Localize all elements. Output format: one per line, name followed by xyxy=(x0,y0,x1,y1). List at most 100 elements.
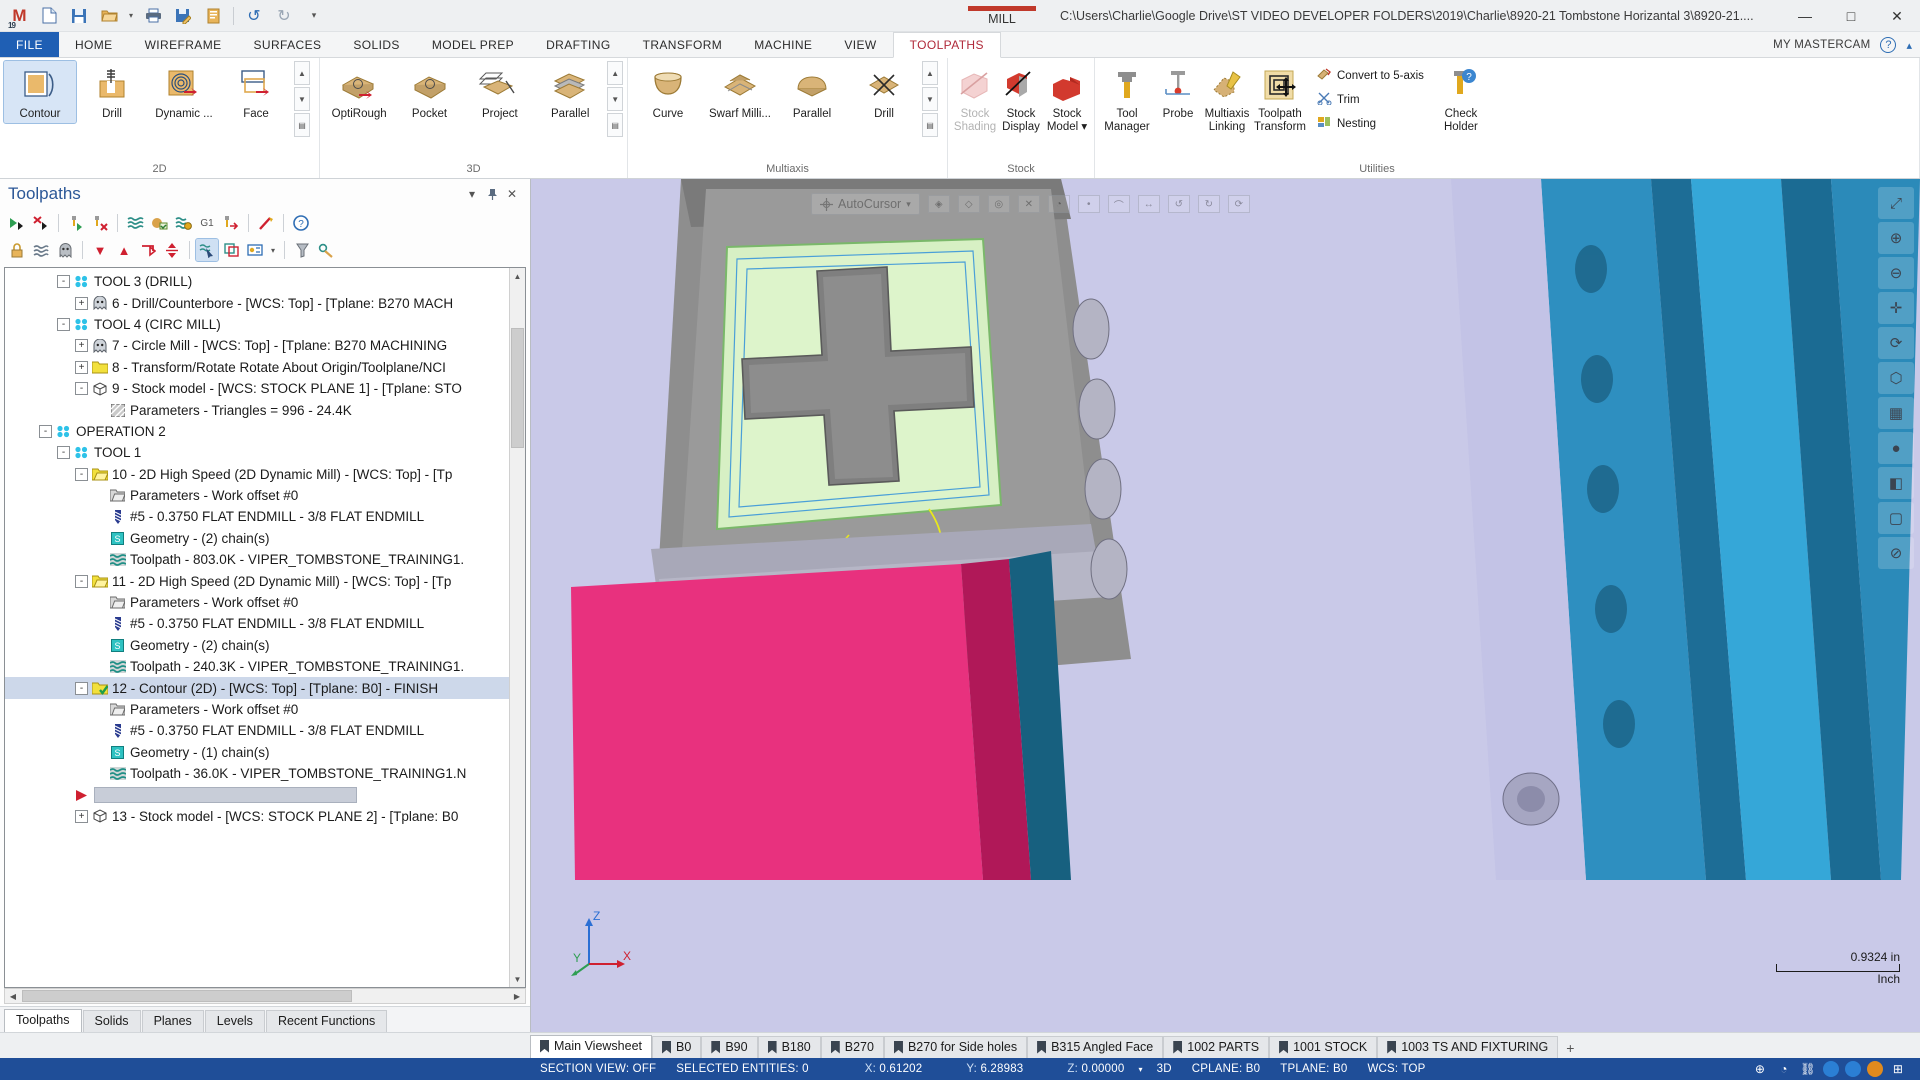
dynamic-mill-button[interactable]: Dynamic ... xyxy=(148,61,220,123)
scroll-up-icon[interactable]: ▲ xyxy=(922,61,938,85)
tab-wireframe[interactable]: WIREFRAME xyxy=(129,32,238,57)
autocursor-nearest-icon[interactable]: ⌒ xyxy=(1107,195,1130,213)
tree-row[interactable]: +7 - Circle Mill - [WCS: Top] - [Tplane:… xyxy=(5,335,509,356)
drill-multiaxis-button[interactable]: Drill xyxy=(848,61,920,123)
undo-view-icon[interactable]: ↺ xyxy=(1167,195,1190,213)
tree-row[interactable]: +8 - Transform/Rotate Rotate About Origi… xyxy=(5,357,509,378)
autocursor-pill[interactable]: AutoCursor ▾ xyxy=(811,193,920,215)
viewsheet-tab[interactable]: B90 xyxy=(701,1036,758,1058)
autocursor-quadrant-icon[interactable]: ◔ xyxy=(1047,195,1070,213)
panel-tab-planes[interactable]: Planes xyxy=(141,1010,204,1032)
panel-tab-recent-functions[interactable]: Recent Functions xyxy=(265,1010,388,1032)
scroll-right-arrow[interactable]: ▶ xyxy=(509,992,525,1001)
expand-collapse-icon[interactable] xyxy=(161,239,183,261)
collapse-node-icon[interactable]: - xyxy=(75,574,88,588)
settings-icon[interactable] xyxy=(315,239,337,261)
tree-row[interactable]: Toolpath - 803.0K - VIPER_TOMBSTONE_TRAI… xyxy=(5,549,509,570)
grid-icon[interactable]: ⊞ xyxy=(1886,1058,1910,1080)
viewsheet-tab[interactable]: 1002 PARTS xyxy=(1163,1036,1270,1058)
project-button[interactable]: Project xyxy=(465,61,535,123)
stock-shading-button[interactable]: Stock Shading xyxy=(952,61,998,136)
high-feed-icon[interactable] xyxy=(255,212,277,234)
filter-icon[interactable] xyxy=(291,239,313,261)
tree-row[interactable]: - 11 - 2D High Speed (2D Dynamic Mill) - … xyxy=(5,570,509,591)
redo-icon[interactable]: ↻ xyxy=(271,4,297,28)
expand-node-icon[interactable]: + xyxy=(75,296,88,310)
scroll-thumb[interactable] xyxy=(511,328,524,448)
group-2d-scroller[interactable]: ▲ ▼ ▤ xyxy=(294,61,310,137)
tab-machine[interactable]: MACHINE xyxy=(738,32,828,57)
maximize-button[interactable]: □ xyxy=(1828,0,1874,32)
tree-row[interactable]: S Geometry - (1) chain(s) xyxy=(5,742,509,763)
blue-dot-2-icon[interactable] xyxy=(1845,1061,1861,1077)
scroll-up-arrow[interactable]: ▲ xyxy=(510,268,525,284)
expand-node-icon[interactable]: + xyxy=(75,339,88,353)
orange-dot-icon[interactable] xyxy=(1867,1061,1883,1077)
simulate-icon[interactable] xyxy=(172,212,194,234)
tree-row[interactable]: - 10 - 2D High Speed (2D Dynamic Mill) - … xyxy=(5,464,509,485)
blue-dot-1-icon[interactable] xyxy=(1823,1061,1839,1077)
redo-view-icon[interactable]: ↻ xyxy=(1197,195,1220,213)
panel-tab-solids[interactable]: Solids xyxy=(82,1010,141,1032)
expand-gallery-icon[interactable]: ▤ xyxy=(607,113,623,137)
section-view-icon[interactable]: ◧ xyxy=(1878,467,1914,499)
collapse-node-icon[interactable]: - xyxy=(57,275,70,289)
tab-solids[interactable]: SOLIDS xyxy=(337,32,415,57)
tplane-status[interactable]: TPLANE: B0 xyxy=(1270,1063,1357,1075)
move-down-icon[interactable]: ▼ xyxy=(89,239,111,261)
collapse-node-icon[interactable]: - xyxy=(39,424,52,438)
graphics-viewport[interactable]: AutoCursor ▾ ◈ ◇ ◎ ✕ ◔ • ⌒ ↔ ↺ ↻ ⟳ ⤢ ⊕ ⊖… xyxy=(531,179,1920,1032)
lock-selected-icon[interactable] xyxy=(6,239,28,261)
tab-surfaces[interactable]: SURFACES xyxy=(238,32,338,57)
verify-selected-icon[interactable] xyxy=(148,212,170,234)
new-file-icon[interactable] xyxy=(36,4,62,28)
optirough-button[interactable]: OptiRough xyxy=(324,61,394,123)
help-icon[interactable]: ? xyxy=(1880,37,1897,53)
curve-button[interactable]: Curve xyxy=(632,61,704,123)
select-geometry-icon[interactable] xyxy=(195,238,219,262)
tree-row[interactable]: - TOOL 4 (CIRC MILL) xyxy=(5,314,509,335)
toolpath-transform-button[interactable]: Toolpath Transform xyxy=(1253,61,1307,136)
z-dropdown-icon[interactable]: ▾ xyxy=(1134,1065,1146,1074)
scroll-down-icon[interactable]: ▼ xyxy=(922,87,938,111)
expand-gallery-icon[interactable]: ▤ xyxy=(922,113,938,137)
tab-file[interactable]: FILE xyxy=(0,32,59,57)
nesting-button[interactable]: Nesting xyxy=(1313,113,1428,134)
toggle-posting-icon[interactable] xyxy=(30,239,52,261)
multiaxis-linking-button[interactable]: Multiaxis Linking xyxy=(1201,61,1253,136)
view-mode-toggle[interactable]: 3D xyxy=(1147,1063,1182,1075)
scroll-up-icon[interactable]: ▲ xyxy=(294,61,310,85)
autocursor-midpoint-icon[interactable]: ◇ xyxy=(957,195,980,213)
viewsheet-tab[interactable]: B0 xyxy=(652,1036,702,1058)
backplot-selected-icon[interactable] xyxy=(124,212,146,234)
tab-drafting[interactable]: DRAFTING xyxy=(530,32,627,57)
tree-row[interactable]: S Geometry - (2) chain(s) xyxy=(5,528,509,549)
minimize-button[interactable]: — xyxy=(1782,0,1828,32)
scroll-left-arrow[interactable]: ◀ xyxy=(5,992,21,1001)
panel-tab-levels[interactable]: Levels xyxy=(204,1010,265,1032)
my-mastercam-label[interactable]: MY MASTERCAM xyxy=(1773,39,1870,51)
viewsheet-tab[interactable]: 1001 STOCK xyxy=(1269,1036,1378,1058)
swarf-milling-button[interactable]: Swarf Milli... xyxy=(704,61,776,123)
tree-row[interactable]: Parameters - Work offset #0 xyxy=(5,699,509,720)
link-icon[interactable]: ⛓ xyxy=(1796,1058,1820,1080)
tab-home[interactable]: HOME xyxy=(59,32,129,57)
panel-dropdown-button[interactable]: ▾ xyxy=(462,184,482,204)
mastercam-logo-icon[interactable]: M 19 xyxy=(6,4,32,30)
scroll-up-icon[interactable]: ▲ xyxy=(607,61,623,85)
save-icon[interactable] xyxy=(66,4,92,28)
move-up-icon[interactable]: ▲ xyxy=(113,239,135,261)
help-icon[interactable]: ? xyxy=(290,212,312,234)
collapse-node-icon[interactable]: - xyxy=(75,467,88,481)
tree-row[interactable]: #5 - 0.3750 FLAT ENDMILL - 3/8 FLAT ENDM… xyxy=(5,720,509,741)
open-dropdown-icon[interactable]: ▾ xyxy=(126,4,136,28)
wcs-status[interactable]: WCS: TOP xyxy=(1357,1063,1435,1075)
scroll-down-icon[interactable]: ▼ xyxy=(607,87,623,111)
expand-node-icon[interactable]: + xyxy=(75,360,88,374)
print-icon[interactable] xyxy=(140,4,166,28)
globe-icon[interactable]: ⊕ xyxy=(1748,1058,1772,1080)
viewsheet-tab[interactable]: Main Viewsheet xyxy=(530,1035,653,1058)
convert-5axis-button[interactable]: Convert to 5-axis xyxy=(1313,65,1428,86)
group-3d-scroller[interactable]: ▲ ▼ ▤ xyxy=(607,61,623,137)
tree-row[interactable]: S Geometry - (2) chain(s) xyxy=(5,635,509,656)
